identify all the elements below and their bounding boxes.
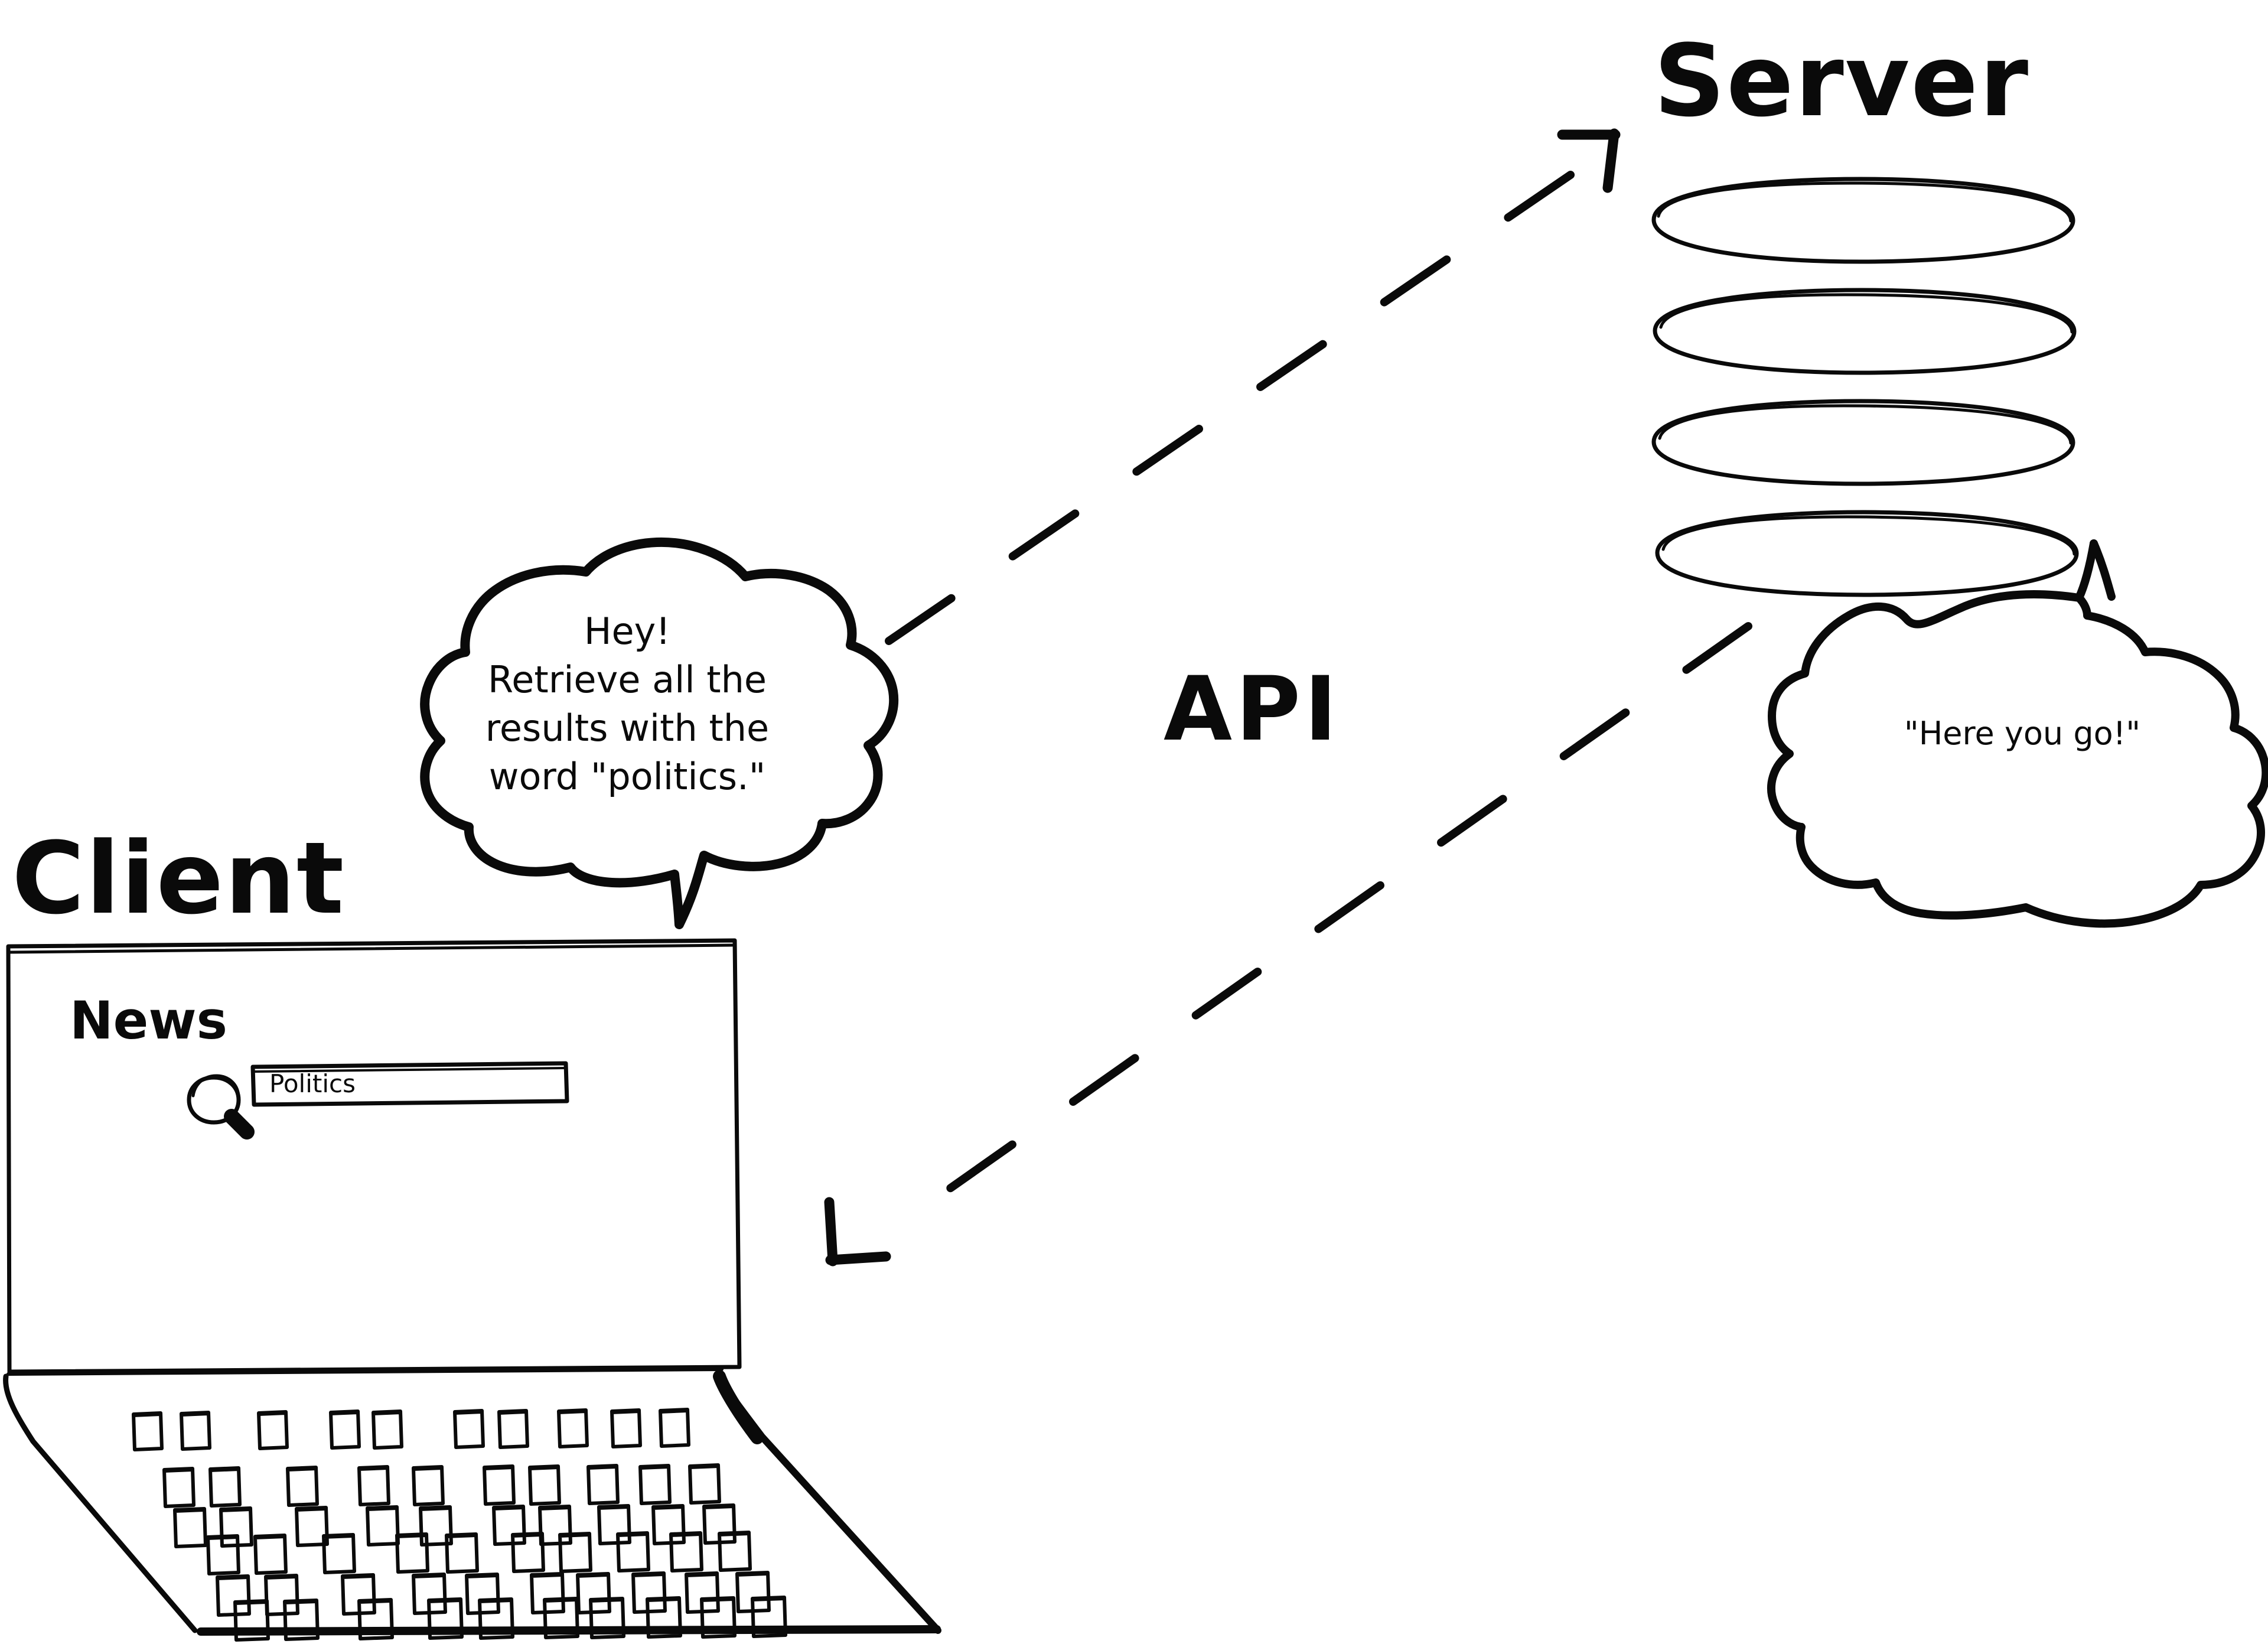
request-line-2: Retrieve all the [488, 658, 767, 701]
keyboard-keys [162, 1463, 721, 1508]
request-line-3: results with the [485, 707, 769, 750]
request-dashed-line [885, 128, 1621, 645]
diagram-canvas: Server "Here you go!" API Hey! Retrieve … [0, 0, 2268, 1644]
server-group: Server [1651, 23, 2079, 597]
laptop-group: News Politics [3, 938, 941, 1642]
keyboard-keys [173, 1503, 737, 1548]
keyboard-keys [132, 1408, 690, 1451]
keyboard-keys [216, 1571, 771, 1617]
server-disk [1651, 399, 2075, 486]
server-disk [1651, 177, 2075, 264]
search-input-value: Politics [269, 1069, 356, 1098]
magnifier-icon [187, 1074, 255, 1140]
server-response-text: "Here you go!" [1904, 715, 2140, 752]
request-line-4: word "politics." [489, 755, 766, 798]
server-disk [1653, 288, 2077, 375]
request-line-1: Hey! [584, 610, 670, 653]
client-title: Client [12, 821, 345, 936]
news-app-title: News [70, 990, 227, 1051]
client-request-bubble: Hey! Retrieve all the results with the w… [420, 537, 899, 929]
sketch-diagram-svg: Server "Here you go!" API Hey! Retrieve … [3, 23, 2268, 1642]
server-title: Server [1654, 23, 2029, 139]
server-response-bubble: "Here you go!" [1767, 539, 2268, 928]
search-input[interactable]: Politics [250, 1061, 569, 1107]
server-disk [1655, 510, 2079, 597]
keyboard-keys [206, 1531, 752, 1575]
api-label: API [1164, 658, 1341, 761]
